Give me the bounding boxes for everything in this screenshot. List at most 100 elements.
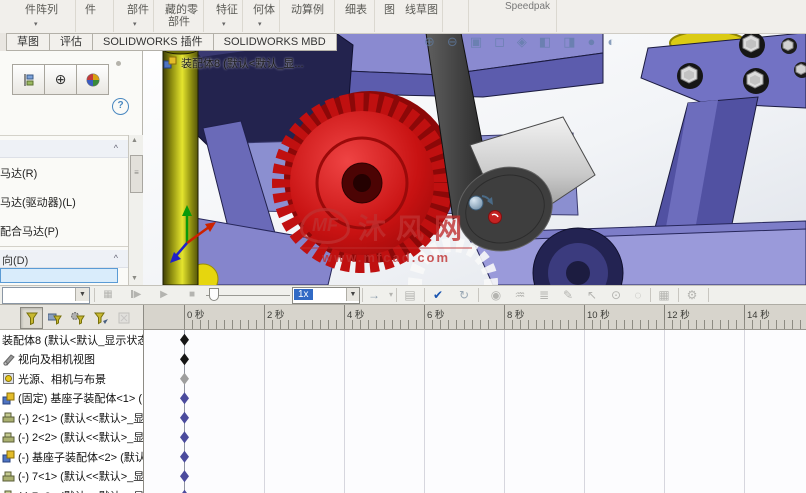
results-button[interactable]: ◌ [628, 287, 648, 303]
snapshot-button[interactable]: ▦ [654, 287, 674, 303]
play-button[interactable]: ▶ [154, 287, 174, 303]
toolbar-separator [478, 288, 479, 302]
propertymanager-tab[interactable]: ⊕ [44, 64, 77, 95]
scroll-down-icon[interactable]: ▼ [131, 275, 138, 282]
filter-driving-button[interactable] [66, 307, 89, 329]
watermark-name: 沐风网 [358, 213, 473, 244]
scrollbar-thumb[interactable]: ≡ [130, 155, 143, 193]
ribbon-button-hidden-components-line2[interactable]: 部件 [168, 13, 190, 29]
tab-solidworks-addins[interactable]: SOLIDWORKS 插件 [93, 33, 214, 51]
study-type-select[interactable]: ▼ [2, 287, 90, 304]
tree-row-lights-cameras-scene[interactable]: 光源、相机与布景 [0, 369, 143, 389]
study-properties-button[interactable]: ⚙ [682, 287, 702, 303]
ribbon-button-component-pattern[interactable]: 件阵列 [25, 1, 58, 17]
results-funnel-icon [118, 312, 129, 323]
play-from-start-button[interactable]: ▶ [126, 287, 146, 303]
spline-button[interactable]: ✎ [558, 287, 578, 303]
filter-results-button[interactable] [112, 307, 135, 329]
ribbon-button-speedpak[interactable]: Speedpak [505, 1, 550, 12]
tree-row-assembly-root[interactable]: 装配体8 (默认<默认_显示状态 [0, 330, 143, 350]
ribbon-button-motion-study[interactable]: 动算例 [291, 1, 324, 17]
ribbon-button-bom[interactable]: 细表 [345, 1, 367, 17]
timeline-area[interactable] [143, 330, 806, 493]
dropdown-arrow-icon[interactable]: ▾ [222, 20, 226, 28]
display-style-icon[interactable]: ◧ [539, 34, 551, 50]
stop-button[interactable]: ■ [182, 287, 202, 303]
spring-button[interactable]: ♒ [510, 287, 530, 303]
dropdown-arrow-icon[interactable]: ▾ [133, 20, 137, 28]
watermark-logo: MF [300, 208, 350, 244]
playback-speed-value: 1x [294, 289, 313, 300]
panel-splitter-handle[interactable] [116, 61, 121, 66]
ribbon-separator [442, 0, 443, 32]
animation-wizard-button[interactable]: ✔ [428, 287, 448, 303]
save-animation-button[interactable]: ▤ [400, 287, 420, 303]
featuremanager-tab[interactable] [12, 64, 45, 95]
collapse-arrow-icon[interactable]: ^ [114, 253, 118, 263]
tree-row-part-7-2[interactable]: (-) 7<2> (默认<<默认>_显 [0, 486, 143, 493]
chevron-down-icon[interactable]: ▼ [75, 288, 89, 301]
toolbar-separator [650, 288, 651, 302]
tab-solidworks-mbd[interactable]: SOLIDWORKS MBD [213, 33, 337, 51]
arrow-funnel-icon [93, 312, 108, 324]
assembly-icon [2, 450, 15, 463]
filter-animated-button[interactable] [43, 307, 66, 329]
tree-row-base-subassembly-2[interactable]: (-) 基座子装配体<2> (默认 [0, 447, 143, 467]
contact-button[interactable]: ≣ [534, 287, 554, 303]
select-button[interactable]: ↖ [582, 287, 602, 303]
motor-location-selection-field[interactable] [0, 268, 118, 283]
toolbar-separator [362, 288, 363, 302]
tree-row-part-7-1[interactable]: (-) 7<1> (默认<<默认>_显 [0, 467, 143, 487]
motor-type-section-header[interactable]: ^ [0, 140, 128, 158]
funnel-icon [25, 312, 38, 325]
collapse-arrow-icon[interactable]: ^ [114, 143, 118, 153]
hide-show-icon[interactable]: ◨ [563, 34, 575, 50]
part-icon [2, 412, 15, 423]
zoom-fit-icon[interactable]: ⊕ [424, 34, 435, 50]
option-linear-motor[interactable]: 马达(驱动器)(L) [0, 194, 126, 210]
tab-sketch[interactable]: 草图 [6, 33, 50, 51]
playback-speed-select[interactable]: 1x ▼ [292, 287, 360, 304]
tree-row-orientation-camera-views[interactable]: 视向及相机视图 [0, 350, 143, 370]
appearance-icon[interactable]: ● [588, 34, 596, 50]
motor-button[interactable]: ◉ [486, 287, 506, 303]
filter-selected-button[interactable] [89, 307, 112, 329]
tree-row-part-2-1[interactable]: (-) 2<1> (默认<<默认>_显 [0, 408, 143, 428]
scroll-up-icon[interactable]: ▲ [131, 137, 138, 144]
option-rotary-motor[interactable]: 马达(R) [0, 165, 126, 181]
orientation-icon [3, 354, 15, 366]
playback-mode-caret-icon[interactable]: ▾ [381, 287, 401, 303]
option-path-mate-motor[interactable]: 配合马达(P) [0, 223, 126, 239]
ribbon-button-component[interactable]: 件 [85, 1, 96, 17]
ruler-label: 2 秒 [267, 310, 285, 321]
tab-evaluate[interactable]: 评估 [50, 33, 93, 51]
dropdown-arrow-icon[interactable]: ▾ [258, 20, 262, 28]
tree-row-base-subassembly-1[interactable]: (固定) 基座子装配体<1> ( [0, 389, 143, 409]
direction-section-header[interactable]: 向(D) ^ [0, 250, 128, 268]
toolbar-separator [678, 288, 679, 302]
zoom-area-icon[interactable]: ⊖ [447, 34, 458, 50]
chevron-down-icon[interactable]: ▼ [346, 288, 359, 301]
section-view-icon[interactable]: ◻ [494, 34, 505, 50]
timeline-ruler[interactable]: 0 秒 2 秒 4 秒 6 秒 8 秒 10 秒 12 秒 14 秒 [143, 305, 806, 330]
filter-none-button[interactable] [20, 307, 43, 329]
tree-timeline-splitter[interactable] [143, 305, 144, 493]
view-orientation-icon[interactable]: ◈ [517, 34, 527, 50]
gravity-button[interactable]: ⊙ [606, 287, 626, 303]
ribbon-button-part[interactable]: 部件 [127, 1, 149, 17]
tree-row-part-2-2[interactable]: (-) 2<2> (默认<<默认>_显 [0, 428, 143, 448]
ribbon-button-explode-line-sketch[interactable]: 线草图 [405, 1, 438, 17]
help-icon[interactable]: ? [112, 98, 129, 115]
calculate-button[interactable]: ▦ [98, 287, 118, 303]
autokey-button[interactable]: ↻ [454, 287, 474, 303]
ribbon-button-reference-geometry[interactable]: 何体 [253, 1, 275, 17]
previous-view-icon[interactable]: ▣ [470, 34, 482, 50]
timebar-slider-thumb[interactable] [209, 288, 219, 301]
scene-icon[interactable]: ◐ [607, 34, 615, 50]
crosshair-icon: ⊕ [54, 71, 67, 87]
ribbon-button-assembly-features[interactable]: 特征 [216, 1, 238, 17]
panel-tab-bar: ⊕ [12, 64, 109, 95]
ribbon-button-exploded-view[interactable]: 图 [384, 1, 395, 17]
dropdown-arrow-icon[interactable]: ▾ [34, 20, 38, 28]
displaymanager-tab[interactable] [76, 64, 109, 95]
